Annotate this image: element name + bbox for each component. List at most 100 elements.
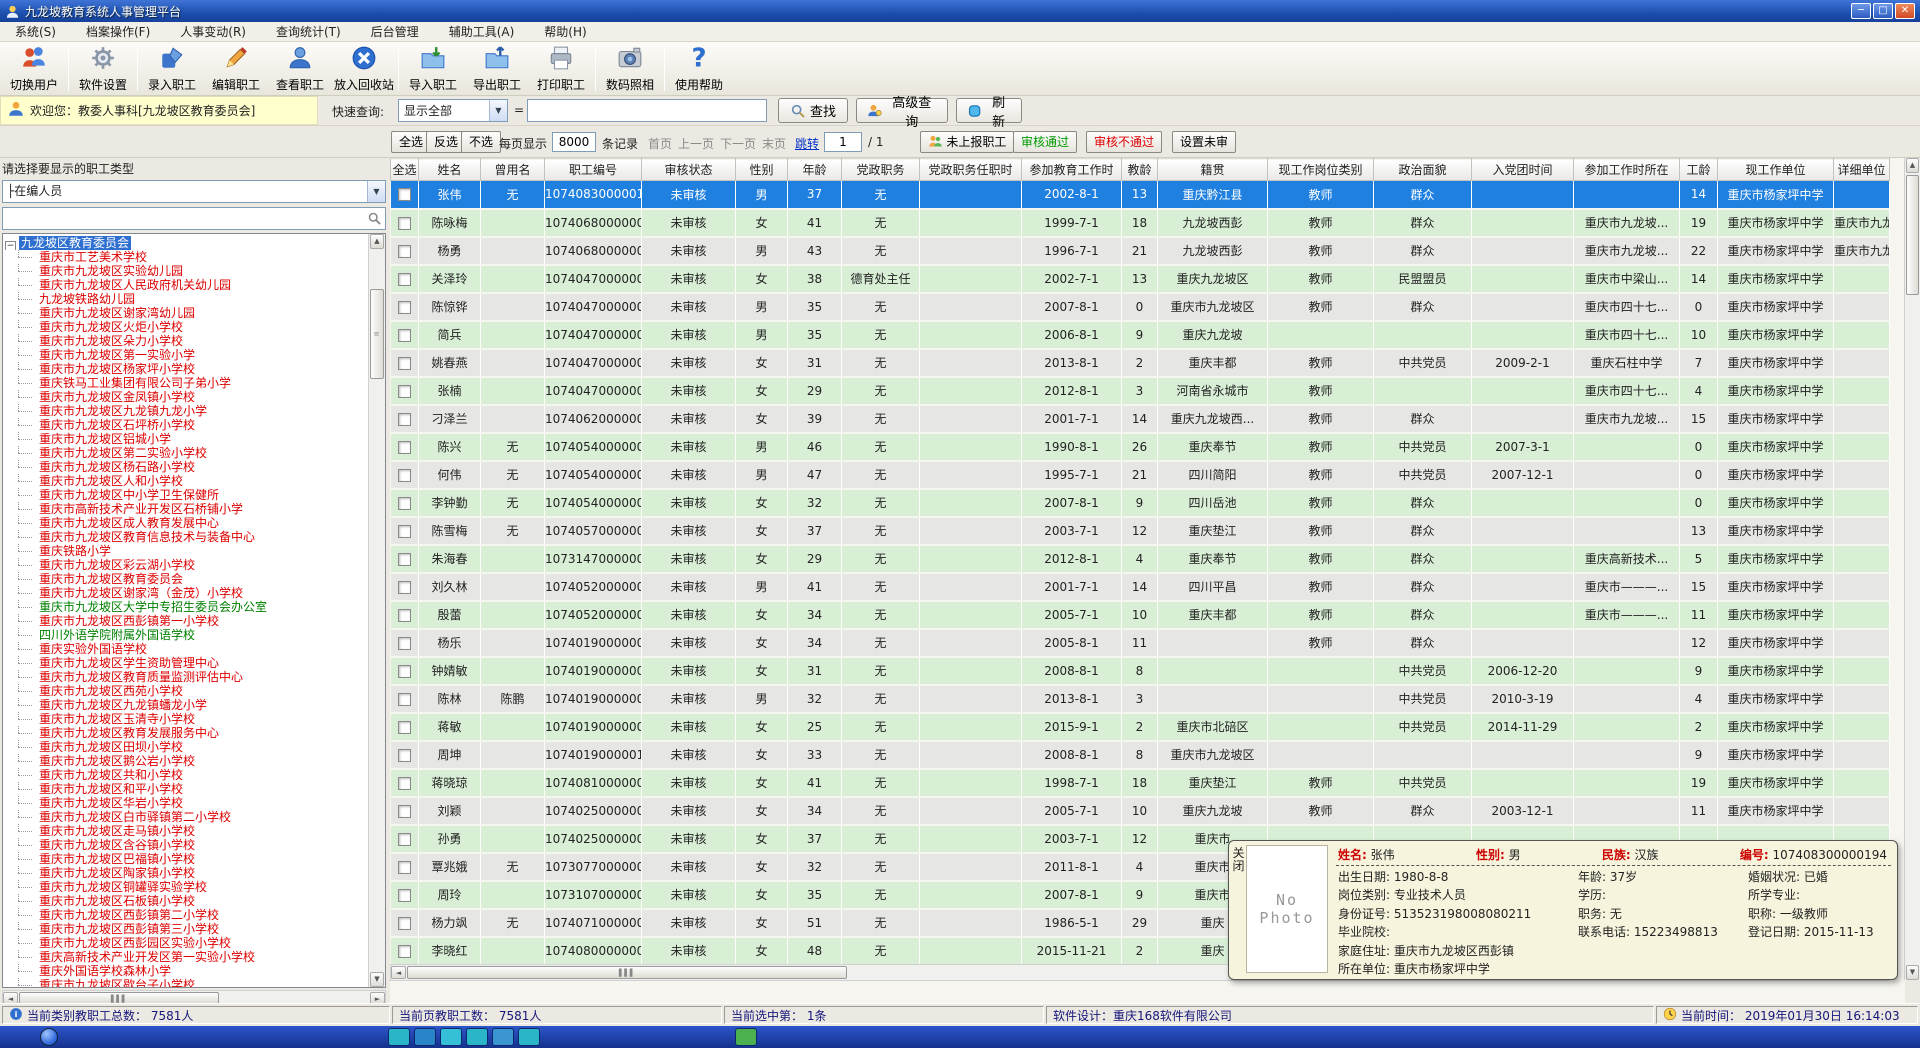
tree-node[interactable]: 重庆市九龙坡区玉清寺小学校 [5, 712, 385, 726]
tree-node[interactable]: 重庆市高新技术产业开发区石桥铺小学 [5, 502, 385, 516]
tree-node[interactable]: 重庆市九龙坡区中小学卫生保健所 [5, 488, 385, 502]
column-header[interactable]: 详细单位 [1834, 159, 1890, 181]
toolbar-edit-employee-button[interactable]: 编辑职工 [204, 43, 268, 95]
toolbar-add-employee-button[interactable]: 录入职工 [140, 43, 204, 95]
menu-item[interactable]: 档案操作(F) [71, 22, 165, 42]
row-checkbox[interactable] [398, 581, 411, 594]
row-checkbox[interactable] [398, 721, 411, 734]
row-checkbox[interactable] [398, 861, 411, 874]
tree-node[interactable]: 重庆市九龙坡区杨石路小学校 [5, 460, 385, 474]
scroll-thumb[interactable] [1906, 175, 1919, 295]
quick-query-select[interactable]: 显示全部 ▼ [398, 99, 508, 122]
column-header[interactable]: 教龄 [1122, 159, 1158, 181]
column-header[interactable]: 年龄 [788, 159, 842, 181]
column-header[interactable]: 性别 [736, 159, 788, 181]
table-row[interactable]: 何伟无107405400000020未审核男47无1995-7-121四川简阳教… [391, 461, 1890, 489]
tree-node[interactable]: 重庆市九龙坡区第二实验小学校 [5, 446, 385, 460]
advanced-query-button[interactable]: 高级查询 [856, 98, 948, 123]
table-row[interactable]: 张伟无107408300000194未审核男37无2002-8-113重庆黔江县… [391, 181, 1890, 209]
row-checkbox[interactable] [398, 469, 411, 482]
table-row[interactable]: 蒋晓琼107408100000080未审核女41无1998-7-118重庆垫江教… [391, 769, 1890, 797]
menu-item[interactable]: 查询统计(T) [261, 22, 356, 42]
tree-node[interactable]: 重庆市九龙坡区谢家湾幼儿园 [5, 306, 385, 320]
table-row[interactable]: 李钟勤无107405400000028未审核女32无2007-8-19四川岳池教… [391, 489, 1890, 517]
column-header[interactable]: 现工作单位 [1718, 159, 1834, 181]
row-checkbox[interactable] [398, 273, 411, 286]
tree-node[interactable]: 重庆市九龙坡区田坝小学校 [5, 740, 385, 754]
per-page-input[interactable] [552, 132, 596, 152]
tree-search-input[interactable] [3, 208, 363, 229]
menu-item[interactable]: 帮助(H) [529, 22, 601, 42]
tree-node[interactable]: 重庆市九龙坡区朵力小学校 [5, 334, 385, 348]
table-row[interactable]: 陈咏梅107406800000027未审核女41无1999-7-118九龙坡西彭… [391, 209, 1890, 237]
tree-node[interactable]: 重庆市九龙坡区和平小学校 [5, 782, 385, 796]
page-number-input[interactable] [824, 132, 862, 152]
tree-node[interactable]: 重庆市九龙坡区大学中专招生委员会办公室 [5, 600, 385, 614]
tree-node[interactable]: 重庆市九龙坡区西彭园区实验小学校 [5, 936, 385, 950]
invert-select-button[interactable]: 反选 [426, 131, 466, 153]
table-row[interactable]: 刘久林107405200000040未审核男41无2001-7-114四川平昌教… [391, 573, 1890, 601]
table-row[interactable]: 钟婧敏107401900000032未审核女31无2008-8-18中共党员20… [391, 657, 1890, 685]
unreported-employees-button[interactable]: 未上报职工 [920, 131, 1014, 153]
row-checkbox[interactable] [398, 385, 411, 398]
row-checkbox[interactable] [398, 497, 411, 510]
tree-node[interactable]: 重庆外国语学校森林小学 [5, 964, 385, 978]
start-button[interactable] [40, 1028, 58, 1046]
column-header[interactable]: 全选 [391, 159, 419, 181]
minimize-button[interactable]: ─ [1851, 3, 1871, 19]
column-header[interactable]: 职工编号 [545, 159, 642, 181]
tree-node[interactable]: 重庆市九龙坡区学生资助管理中心 [5, 656, 385, 670]
toolbar-import-employee-button[interactable]: 导入职工 [401, 43, 465, 95]
tree-node[interactable]: 重庆市九龙坡区人和小学校 [5, 474, 385, 488]
tree-node[interactable]: 重庆市九龙坡区石板镇小学校 [5, 894, 385, 908]
column-header[interactable]: 党政职务 [842, 159, 920, 181]
toolbar-view-employee-button[interactable]: 查看职工 [268, 43, 332, 95]
scroll-left-icon[interactable]: ◄ [391, 966, 406, 979]
toolbar-export-employee-button[interactable]: 导出职工 [465, 43, 529, 95]
quick-query-input[interactable] [527, 99, 767, 122]
table-row[interactable]: 殷蕾107405200000076未审核女34无2005-7-110重庆丰都教师… [391, 601, 1890, 629]
column-header[interactable]: 参加工作时所在 [1574, 159, 1680, 181]
scroll-down-icon[interactable]: ▼ [370, 972, 384, 987]
taskbar-icon[interactable] [466, 1028, 488, 1046]
tree-node[interactable]: 重庆市九龙坡区西彭镇第一小学校 [5, 614, 385, 628]
menu-item[interactable]: 后台管理 [356, 22, 434, 42]
tree-node[interactable]: 重庆市九龙坡区华岩小学校 [5, 796, 385, 810]
tree-node[interactable]: 重庆市九龙坡区九龙镇九龙小学 [5, 404, 385, 418]
jump-link[interactable]: 跳转 [795, 135, 819, 152]
tree-node[interactable]: 重庆市九龙坡区石坪桥小学校 [5, 418, 385, 432]
table-row[interactable]: 刁泽兰107406200000035未审核女39无2001-7-114重庆九龙坡… [391, 405, 1890, 433]
column-header[interactable]: 现工作岗位类别 [1268, 159, 1374, 181]
tree-node[interactable]: 重庆市九龙坡区教育委员会 [5, 572, 385, 586]
tree-node[interactable]: 重庆市九龙坡区西彭镇第三小学校 [5, 922, 385, 936]
tree-node[interactable]: 重庆市九龙坡区火炬小学校 [5, 320, 385, 334]
row-checkbox[interactable] [398, 749, 411, 762]
row-checkbox[interactable] [398, 188, 411, 201]
table-row[interactable]: 陈雪梅无107405700000023未审核女37无2003-7-112重庆垫江… [391, 517, 1890, 545]
row-checkbox[interactable] [398, 357, 411, 370]
column-header[interactable]: 姓名 [419, 159, 481, 181]
row-checkbox[interactable] [398, 637, 411, 650]
approve-button[interactable]: 审核通过 [1013, 131, 1077, 153]
tree-node[interactable]: 重庆市九龙坡区含谷镇小学校 [5, 838, 385, 852]
tree-node[interactable]: 重庆市九龙坡区成人教育发展中心 [5, 516, 385, 530]
close-button[interactable]: ✕ [1895, 3, 1915, 19]
menu-item[interactable]: 辅助工具(A) [434, 22, 530, 42]
table-row[interactable]: 杨乐107401900000007未审核女34无2005-8-111教师群众12… [391, 629, 1890, 657]
toolbar-camera-button[interactable]: 数码照相 [598, 43, 662, 95]
column-header[interactable]: 入党团时间 [1472, 159, 1574, 181]
tree-node[interactable]: 重庆市九龙坡区金凤镇小学校 [5, 390, 385, 404]
tree-node[interactable]: 重庆市九龙坡区人民政府机关幼儿园 [5, 278, 385, 292]
tree-node[interactable]: 重庆市九龙坡区铝城小学 [5, 432, 385, 446]
menu-item[interactable]: 系统(S) [0, 22, 71, 42]
tree-node[interactable]: 重庆市九龙坡区歇台子小学校 [5, 978, 385, 988]
tree-root-node[interactable]: −九龙坡区教育委员会 [5, 236, 385, 250]
scroll-up-icon[interactable]: ▲ [370, 234, 384, 249]
row-checkbox[interactable] [398, 301, 411, 314]
tree-node[interactable]: 重庆市工艺美术学校 [5, 250, 385, 264]
table-row[interactable]: 陈林陈鹏107401900000036未审核男32无2013-8-13中共党员2… [391, 685, 1890, 713]
table-row[interactable]: 陈惊铧107404700000061未审核男35无2007-8-10重庆市九龙坡… [391, 293, 1890, 321]
reject-button[interactable]: 审核不通过 [1086, 131, 1162, 153]
row-checkbox[interactable] [398, 945, 411, 958]
tree-node[interactable]: 重庆市九龙坡区谢家湾（金茂）小学校 [5, 586, 385, 600]
